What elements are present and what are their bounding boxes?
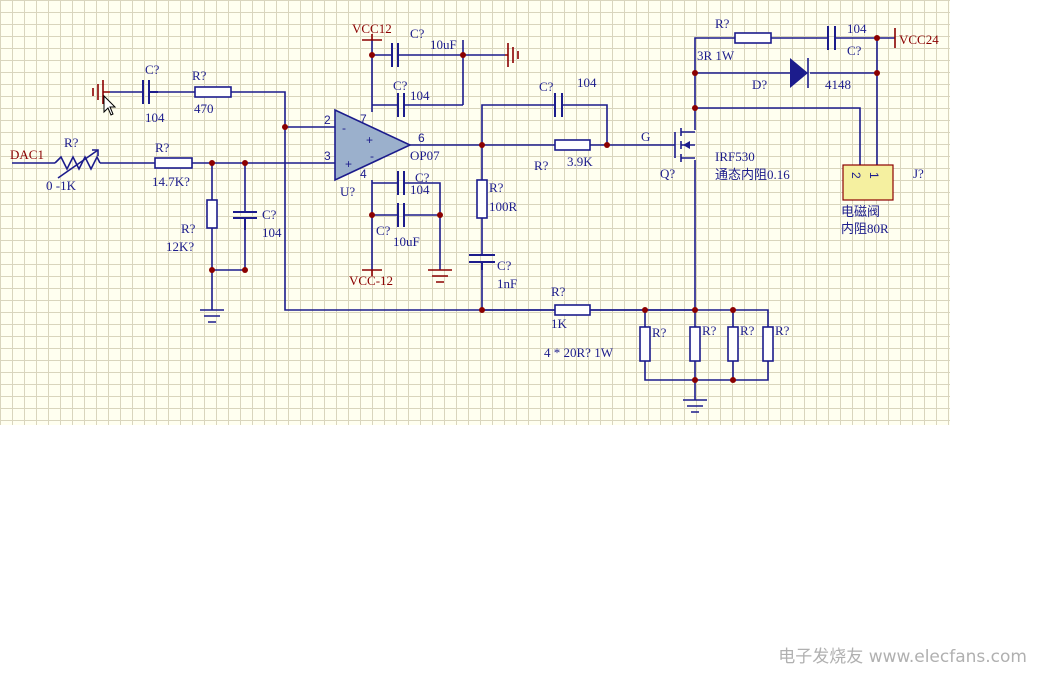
q-part: IRF530 bbox=[715, 149, 755, 164]
r-147-val: 14.7K? bbox=[152, 174, 190, 189]
label-vcc12: VCC12 bbox=[352, 21, 392, 36]
j-pin-2: 2 bbox=[849, 172, 863, 179]
rs1: R? bbox=[652, 325, 667, 340]
r-1k-des: R? bbox=[551, 284, 566, 299]
pin-6: 6 bbox=[418, 131, 425, 145]
variable-resistor bbox=[54, 149, 101, 179]
c-24-val: 104 bbox=[847, 21, 867, 36]
r-147-des: R? bbox=[155, 140, 170, 155]
gate-label: G bbox=[641, 129, 650, 144]
r-sense-note: 4 * 20R? 1W bbox=[544, 345, 614, 360]
cap-input bbox=[142, 80, 150, 104]
ground-right bbox=[683, 399, 707, 413]
resistor-1k bbox=[554, 304, 591, 316]
r-3r-val: 3R 1W bbox=[697, 48, 735, 63]
resistor-3-9k bbox=[554, 139, 591, 151]
c-fb-des: C? bbox=[393, 78, 408, 93]
ground-mid bbox=[428, 269, 452, 283]
c-bot2-des: C? bbox=[376, 223, 391, 238]
pin-2: 2 bbox=[324, 113, 331, 127]
pin-3: 3 bbox=[324, 149, 331, 163]
r-12-val: 12K? bbox=[166, 239, 194, 254]
diode-4148 bbox=[790, 58, 809, 88]
cap-10uf-bottom bbox=[397, 203, 405, 227]
pin-4: 4 bbox=[360, 167, 367, 181]
resistor-3r bbox=[734, 32, 772, 44]
d-des: D? bbox=[752, 77, 767, 92]
opamp-minus-in: - bbox=[370, 149, 374, 163]
resistor-sense-3 bbox=[727, 326, 739, 362]
cap-feedback bbox=[554, 93, 563, 117]
q-des: Q? bbox=[660, 166, 675, 181]
j-pin-1: 1 bbox=[867, 172, 881, 179]
r-in-val: 470 bbox=[194, 101, 214, 116]
c-1n-val: 1nF bbox=[497, 276, 517, 291]
c-104b-val: 104 bbox=[262, 225, 282, 240]
label-vcc-12: VCC-12 bbox=[349, 273, 393, 288]
r-1k-val: 1K bbox=[551, 316, 568, 331]
cap-104-mid bbox=[233, 211, 257, 219]
cap-24v bbox=[827, 26, 836, 50]
c-out-des: C? bbox=[539, 79, 554, 94]
c-in-val: 104 bbox=[145, 110, 165, 125]
resistor-sense-1 bbox=[639, 326, 651, 362]
r-39-des: R? bbox=[534, 158, 549, 173]
opamp-plus: + bbox=[345, 157, 352, 171]
c-104b-des: C? bbox=[262, 207, 277, 222]
cap-104-top bbox=[397, 93, 405, 117]
rs3: R? bbox=[740, 323, 755, 338]
opamp-minus: - bbox=[342, 121, 346, 135]
c-bot2-val: 10uF bbox=[393, 234, 420, 249]
resistor-470 bbox=[194, 86, 232, 98]
r-12-des: R? bbox=[181, 221, 196, 236]
mouse-cursor-icon bbox=[103, 94, 117, 116]
cap-1nf bbox=[469, 254, 495, 263]
rv-val: 0 -1K bbox=[46, 178, 77, 193]
c-top-des: C? bbox=[410, 26, 425, 41]
c-24-des: C? bbox=[847, 43, 862, 58]
resistor-14-7k bbox=[154, 157, 193, 169]
c-out-val: 104 bbox=[577, 75, 597, 90]
r-39-val: 3.9K bbox=[567, 154, 593, 169]
watermark: 电子发烧友 www.elecfans.com bbox=[778, 647, 1027, 667]
resistor-sense-4 bbox=[762, 326, 774, 362]
pin-7: 7 bbox=[360, 112, 367, 126]
opamp-designator: U? bbox=[340, 184, 355, 199]
resistor-100r bbox=[476, 179, 488, 219]
c-bot-val: 104 bbox=[410, 182, 430, 197]
connector-j: 2 1 bbox=[842, 164, 894, 201]
c-top-val: 10uF bbox=[430, 37, 457, 52]
r-100-val: 100R bbox=[489, 199, 518, 214]
c-1n-des: C? bbox=[497, 258, 512, 273]
label-dac1: DAC1 bbox=[10, 147, 44, 162]
ground-left bbox=[200, 309, 224, 323]
q-note: 通态内阻0.16 bbox=[715, 167, 790, 182]
d-val: 4148 bbox=[825, 77, 851, 92]
cap-104-bottom bbox=[397, 171, 405, 195]
mosfet-irf530 bbox=[665, 128, 695, 162]
coil-note: 内阻80R bbox=[841, 221, 889, 236]
opamp-part: OP07 bbox=[410, 148, 440, 163]
r-100-des: R? bbox=[489, 180, 504, 195]
opamp-plus-in: + bbox=[366, 133, 373, 147]
schematic-diagram: - + + - 2 3 6 7 4 OP07 U? 2 1 VCC12 VCC-… bbox=[10, 16, 939, 413]
c-in-des: C? bbox=[145, 62, 160, 77]
r-3r-des: R? bbox=[715, 16, 730, 31]
j-des: J? bbox=[913, 166, 924, 181]
rv-des: R? bbox=[64, 135, 79, 150]
coil-name: 电磁阀 bbox=[841, 204, 880, 219]
resistor-12k bbox=[206, 199, 218, 229]
rs2: R? bbox=[702, 323, 717, 338]
rs4: R? bbox=[775, 323, 790, 338]
label-vcc24: VCC24 bbox=[899, 32, 939, 47]
r-in-des: R? bbox=[192, 68, 207, 83]
resistor-sense-2 bbox=[689, 326, 701, 362]
resistors bbox=[154, 32, 774, 362]
ground-top bbox=[505, 43, 519, 67]
c-fb-val: 104 bbox=[410, 88, 430, 103]
cap-10uf-top bbox=[391, 43, 399, 67]
